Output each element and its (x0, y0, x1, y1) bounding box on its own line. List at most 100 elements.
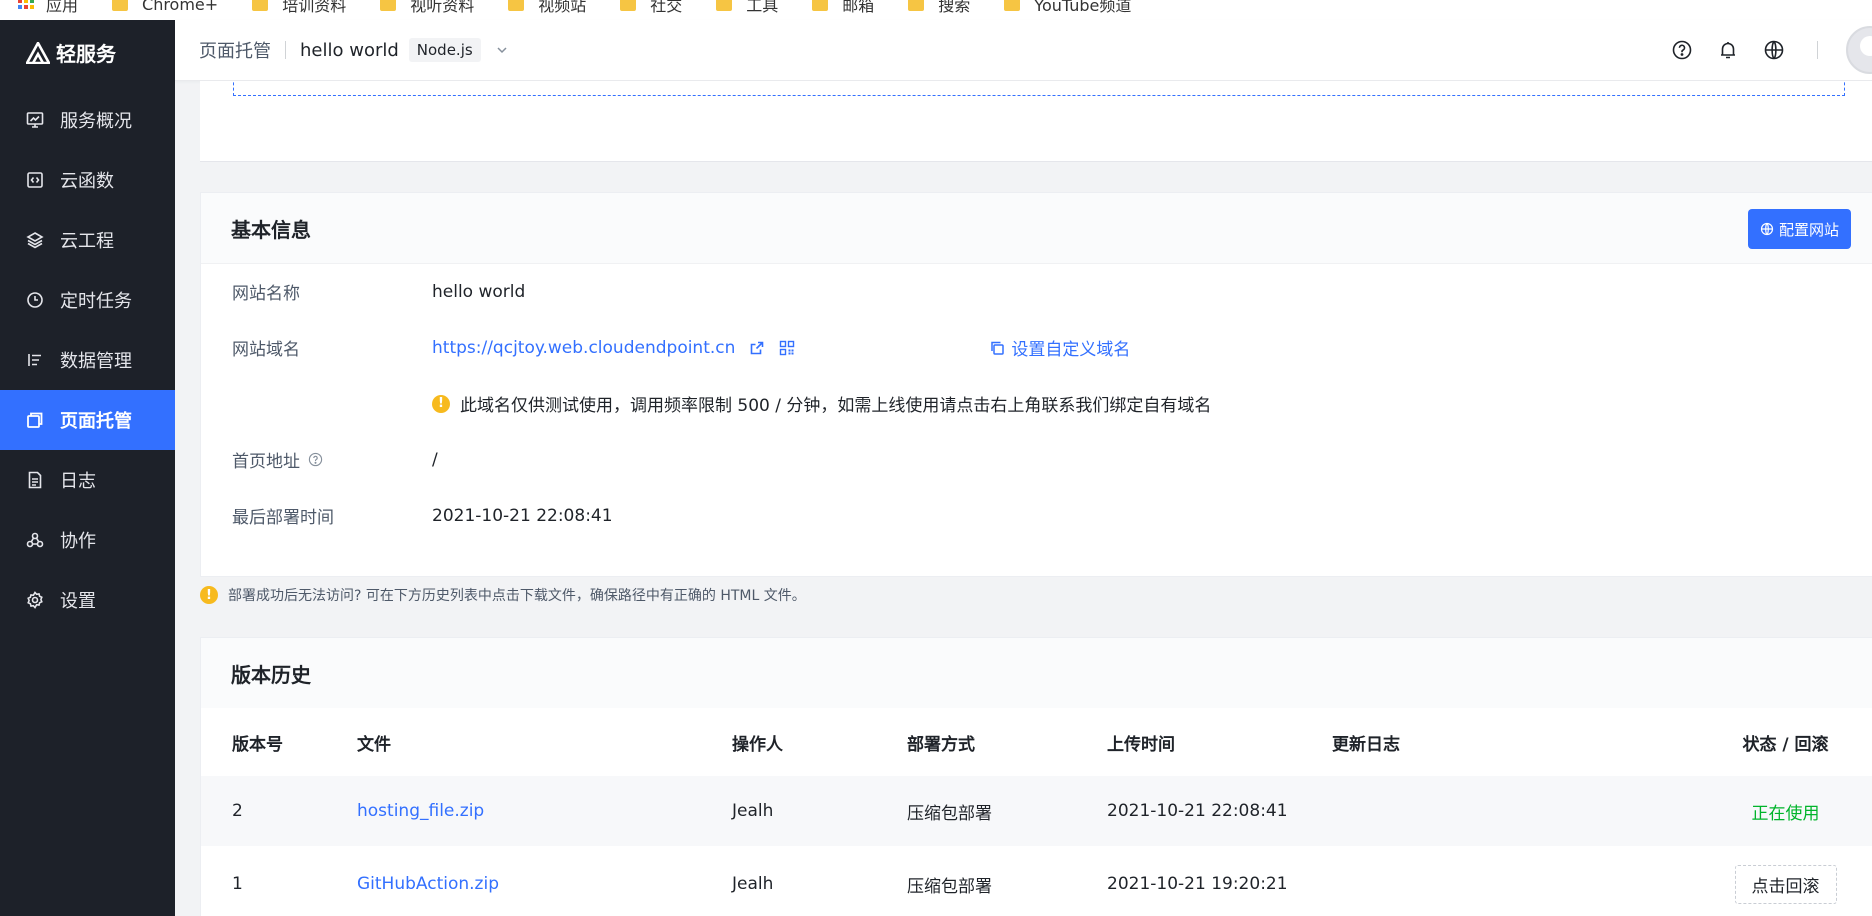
bookmark-item[interactable]: 邮箱 (812, 0, 874, 16)
custom-domain-label: 设置自定义域名 (1011, 340, 1131, 360)
version-history-title: 版本历史 (231, 662, 311, 687)
bookmark-apps[interactable]: 应用 (18, 0, 78, 16)
folder-icon (716, 0, 733, 11)
sidebar-item-logs[interactable]: 日志 (0, 450, 175, 510)
sidebar-item-label: 数据管理 (60, 351, 132, 372)
log-icon (28, 471, 42, 489)
sidebar-nav: 服务概况 云函数 云工程 定时任务 数据管理 页面托管 日志 协作 设置 (0, 90, 175, 630)
sidebar-item-label: 页面托管 (60, 411, 132, 432)
bookmark-item[interactable]: 社交 (620, 0, 682, 16)
time-cell: 2021-10-21 19:20:21 (1106, 846, 1331, 916)
collab-icon (26, 532, 44, 548)
sidebar-item-overview[interactable]: 服务概况 (0, 90, 175, 150)
logo[interactable]: 轻服务 (26, 38, 116, 67)
bookmarks-bar: 应用 Chrome+ 培训资料 视听资料 视频站 社交 工具 邮箱 搜索 You… (0, 0, 1872, 21)
domain-link[interactable]: https://qcjtoy.web.cloudendpoint.cn (432, 338, 735, 358)
site-name-value: hello world (432, 281, 526, 302)
bookmark-item[interactable]: Chrome+ (112, 0, 218, 14)
bookmark-item[interactable]: 培训资料 (252, 0, 346, 16)
version-cell: 1 (201, 846, 356, 916)
method-cell: 压缩包部署 (906, 846, 1106, 916)
logo-text: 轻服务 (56, 42, 116, 66)
sidebar-item-label: 协作 (60, 531, 96, 552)
sidebar-item-scheduled-tasks[interactable]: 定时任务 (0, 270, 175, 330)
globe-icon[interactable] (1763, 39, 1785, 61)
operator-cell: Jealh (731, 776, 906, 846)
sidebar-item-functions[interactable]: 云函数 (0, 150, 175, 210)
homepage-label: 首页地址 (232, 452, 300, 472)
column-header: 状态 / 回滚 (1711, 708, 1872, 776)
bookmark-item[interactable]: 搜索 (908, 0, 970, 16)
top-header: 页面托管 hello world Node.js (175, 20, 1872, 81)
runtime-tag: Node.js (408, 38, 481, 62)
status-badge: 正在使用 (1751, 803, 1820, 824)
sidebar-item-label: 服务概况 (60, 111, 132, 132)
sidebar-item-label: 云工程 (60, 231, 114, 252)
domain-notice-row: ! 此域名仅供测试使用，调用频率限制 500 / 分钟，如需上线使用请点击右上角… (232, 391, 1211, 416)
copy-icon (991, 341, 1005, 355)
basic-info-card: 基本信息 配置网站 网站名称 hello world 网站域名 https://… (200, 192, 1872, 577)
homepage-row: 首页地址 / (232, 447, 438, 473)
column-header: 文件 (356, 708, 731, 776)
domain-notice: 此域名仅供测试使用，调用频率限制 500 / 分钟，如需上线使用请点击右上角联系… (460, 396, 1212, 416)
sidebar: 轻服务 服务概况 云函数 云工程 定时任务 数据管理 页面托管 日志 协作 设置 (0, 20, 175, 916)
homepage-label-wrap: 首页地址 (232, 447, 432, 472)
file-download-link[interactable]: GitHubAction.zip (357, 874, 499, 894)
version-history-table: 版本号 文件 操作人 部署方式 上传时间 更新日志 状态 / 回滚 2 host… (201, 708, 1872, 916)
bookmark-item[interactable]: 视听资料 (380, 0, 474, 16)
globe-icon (1760, 222, 1774, 236)
last-deploy-value: 2021-10-21 22:08:41 (432, 505, 613, 526)
deploy-tip: ! 部署成功后无法访问? 可在下方历史列表中点击下载文件，确保路径中有正确的 H… (200, 585, 806, 605)
database-icon (28, 354, 41, 366)
configure-site-label: 配置网站 (1778, 220, 1839, 239)
file-download-link[interactable]: hosting_file.zip (357, 801, 484, 821)
bookmark-item[interactable]: 视频站 (508, 0, 586, 16)
table-row: 2 hosting_file.zip Jealh 压缩包部署 2021-10-2… (201, 776, 1872, 846)
last-deploy-label: 最后部署时间 (232, 508, 334, 528)
bell-icon[interactable] (1717, 39, 1739, 61)
folder-icon (112, 0, 129, 11)
sidebar-item-data[interactable]: 数据管理 (0, 330, 175, 390)
upload-dropzone[interactable] (233, 81, 1845, 96)
warning-icon: ! (432, 394, 450, 413)
breadcrumb-section[interactable]: 页面托管 (199, 37, 271, 63)
folder-icon (1004, 0, 1021, 11)
layers-icon (26, 232, 44, 249)
upload-card (200, 81, 1872, 162)
folder-icon (908, 0, 925, 11)
app-name[interactable]: hello world (300, 40, 399, 61)
basic-info-header: 基本信息 配置网站 (201, 193, 1872, 264)
homepage-value: / (432, 449, 438, 470)
sidebar-item-label: 日志 (60, 471, 96, 492)
help-icon[interactable] (1671, 39, 1693, 61)
sidebar-item-label: 定时任务 (60, 291, 132, 312)
bookmark-item[interactable]: YouTube频道 (1004, 0, 1131, 16)
folder-icon (380, 0, 397, 11)
function-icon (27, 172, 43, 188)
chevron-down-icon[interactable] (495, 43, 509, 57)
warning-icon: ! (200, 586, 218, 604)
method-cell: 压缩包部署 (906, 776, 1106, 846)
table-header-row: 版本号 文件 操作人 部署方式 上传时间 更新日志 状态 / 回滚 (201, 708, 1872, 776)
configure-site-button[interactable]: 配置网站 (1747, 209, 1851, 249)
sidebar-item-collaboration[interactable]: 协作 (0, 510, 175, 570)
sidebar-item-hosting[interactable]: 页面托管 (0, 390, 175, 450)
hosting-icon (27, 412, 43, 428)
version-history-header: 版本历史 (201, 638, 1872, 709)
help-icon[interactable] (308, 452, 323, 467)
log-cell (1331, 846, 1711, 916)
version-cell: 2 (201, 776, 356, 846)
site-name-row: 网站名称 hello world (232, 279, 526, 305)
custom-domain-button[interactable]: 设置自定义域名 (989, 335, 1130, 360)
sidebar-item-settings[interactable]: 设置 (0, 570, 175, 630)
sidebar-item-projects[interactable]: 云工程 (0, 210, 175, 270)
rollback-button[interactable]: 点击回滚 (1734, 864, 1837, 904)
column-header: 部署方式 (906, 708, 1106, 776)
external-link-icon[interactable] (749, 340, 765, 356)
folder-icon (620, 0, 637, 11)
time-cell: 2021-10-21 22:08:41 (1106, 776, 1331, 846)
bookmark-item[interactable]: 工具 (716, 0, 778, 16)
avatar[interactable] (1846, 26, 1872, 74)
qrcode-icon[interactable] (779, 340, 795, 356)
basic-info-title: 基本信息 (231, 217, 311, 242)
